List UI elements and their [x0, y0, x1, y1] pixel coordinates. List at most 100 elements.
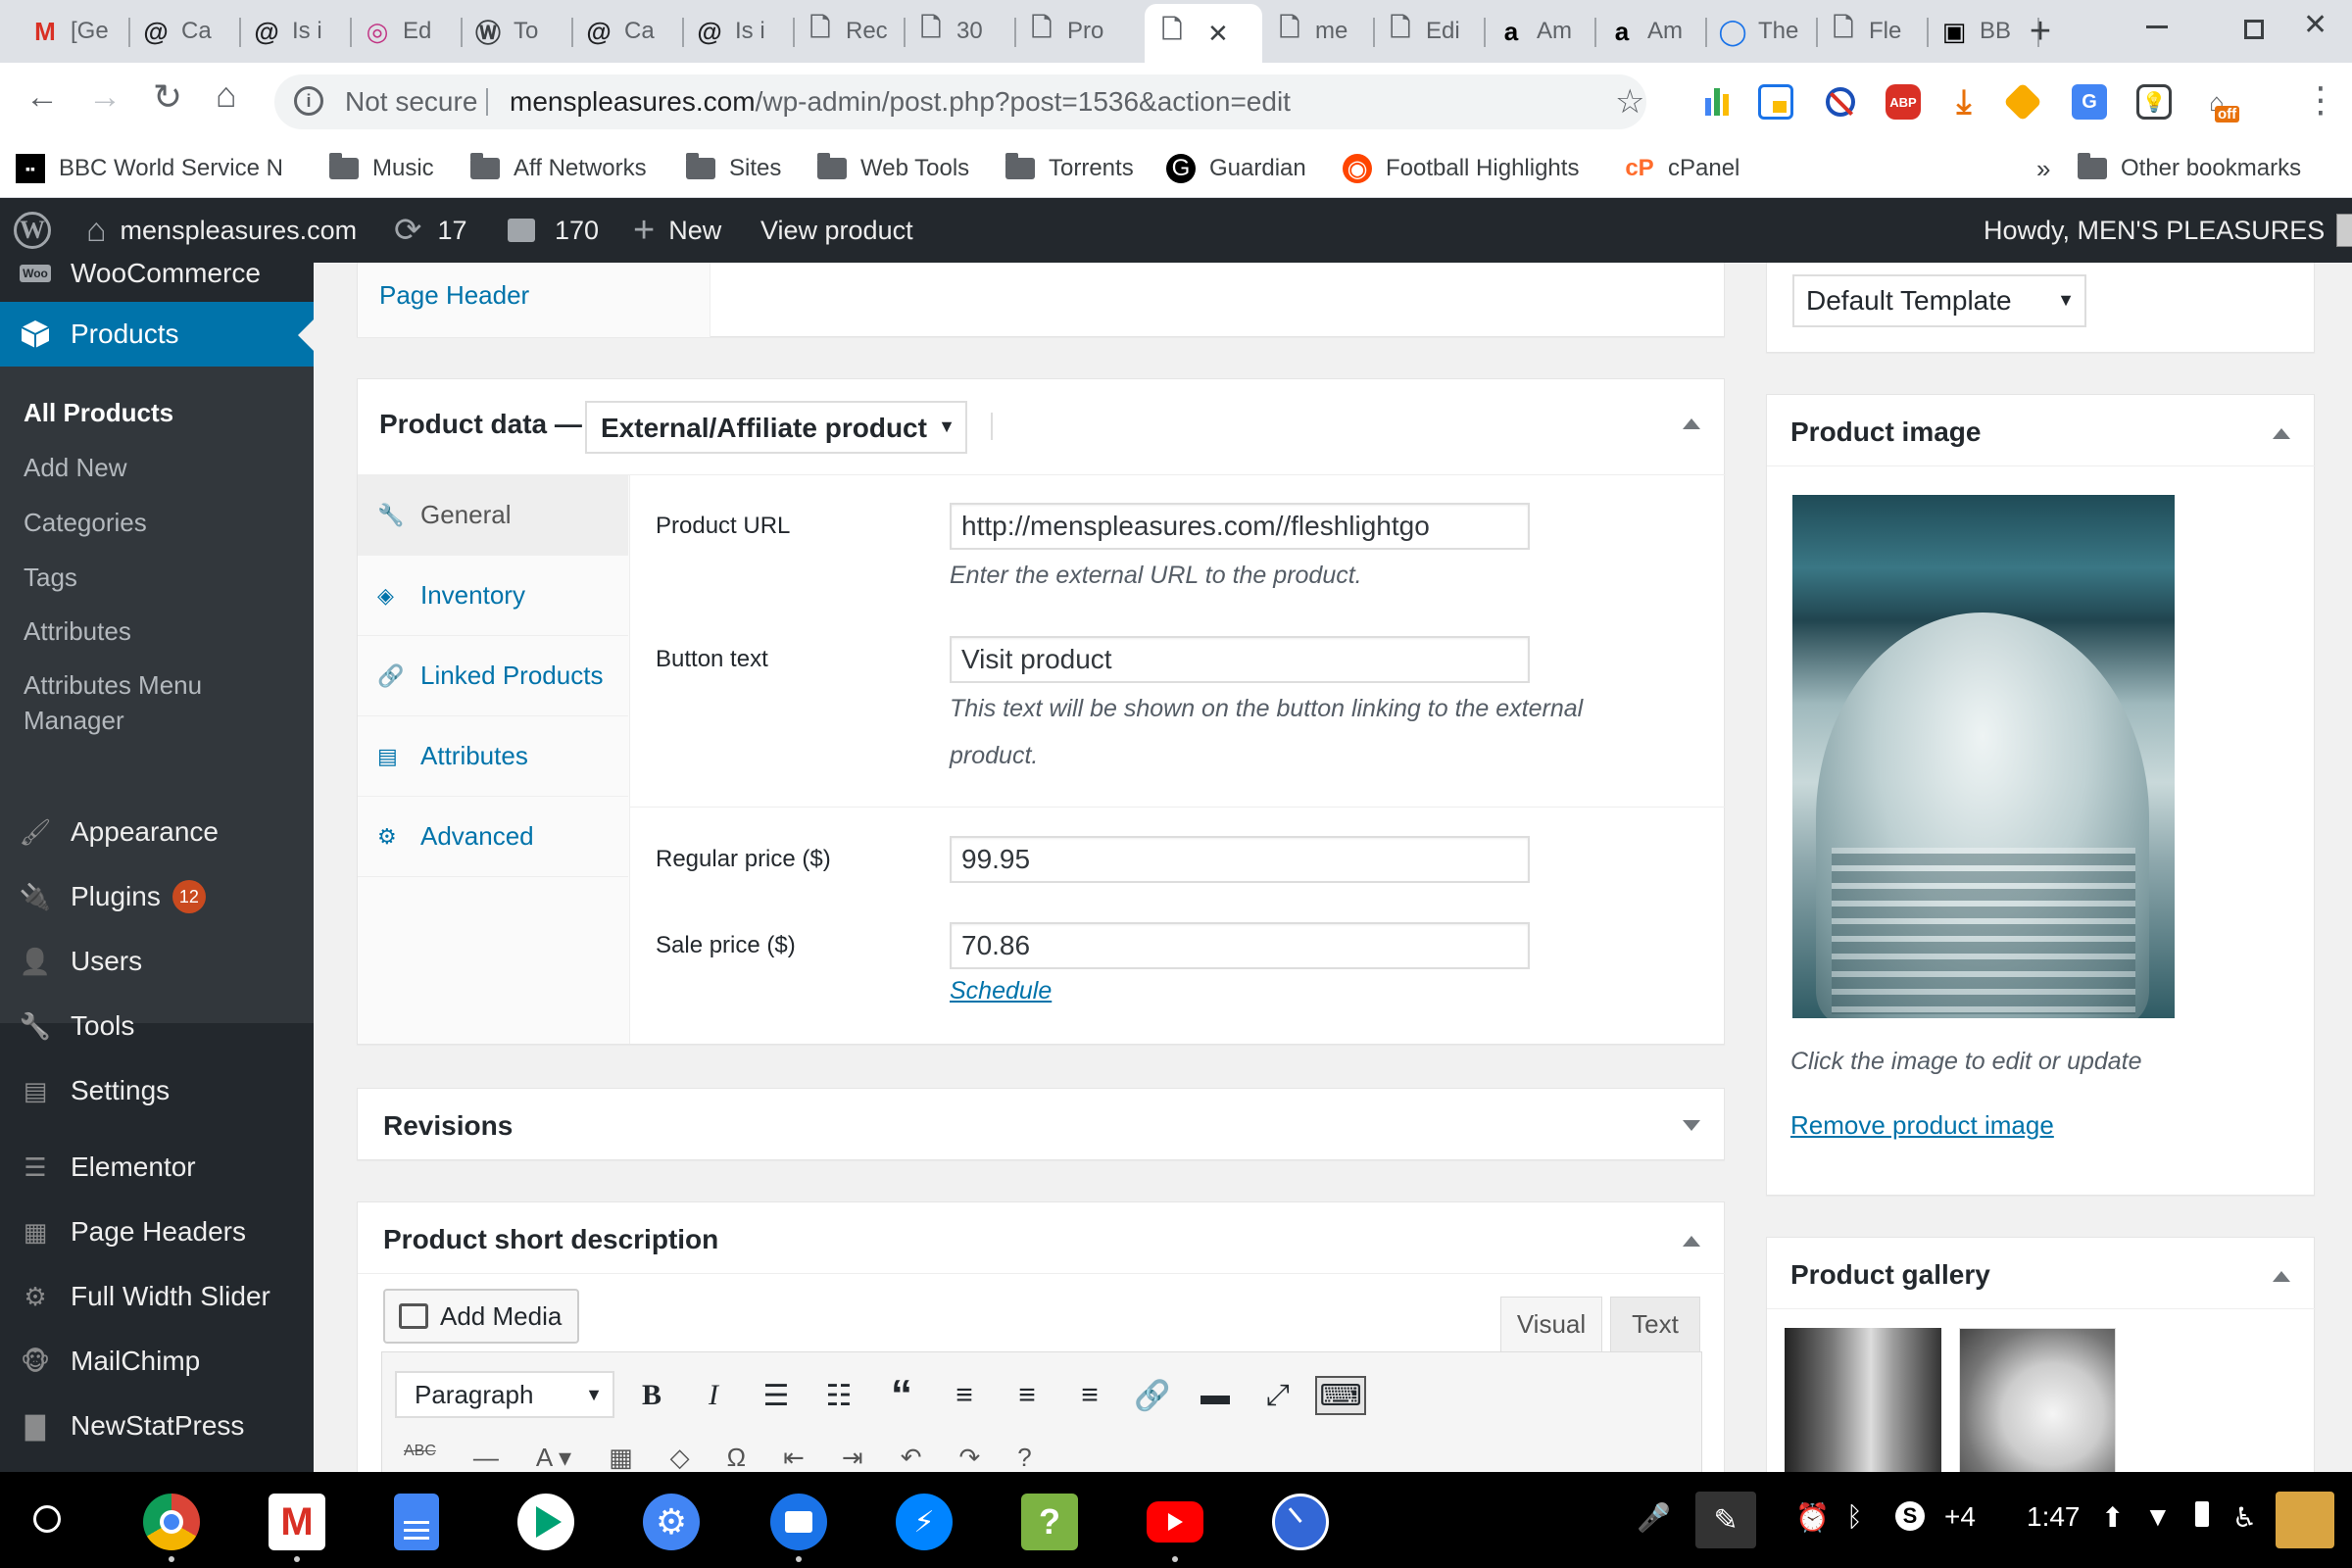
submenu-manager[interactable]: Manager — [24, 706, 124, 736]
sale-price-input[interactable]: 70.86 — [950, 922, 1530, 969]
align-right-icon[interactable]: ≡ — [1070, 1376, 1109, 1415]
product-image[interactable] — [1792, 495, 2175, 1018]
browser-tab[interactable]: ◎ Ed — [350, 6, 461, 57]
back-icon[interactable]: ← — [25, 78, 59, 117]
new-content-link[interactable]: + New — [633, 198, 721, 263]
browser-tab[interactable]: 🗋 me — [1262, 6, 1373, 57]
product-type-select[interactable]: External/Affiliate product ▼ — [585, 401, 967, 454]
download-extension-icon[interactable]: ⤓ — [1946, 83, 1982, 121]
close-window-icon[interactable]: ✕ — [2303, 8, 2328, 42]
regular-price-input[interactable]: 99.95 — [950, 836, 1530, 883]
browser-tab[interactable]: 🗋 ✕ — [1145, 4, 1262, 63]
add-media-button[interactable]: Add Media — [383, 1289, 579, 1344]
launcher-icon[interactable] — [33, 1505, 61, 1533]
menu-appearance[interactable]: 🖌 Appearance — [0, 800, 314, 864]
remove-image-link[interactable]: Remove product image — [1790, 1110, 2054, 1141]
collapse-icon[interactable] — [1683, 418, 1700, 429]
tab-linked-products[interactable]: 🔗 Linked Products — [358, 636, 628, 716]
help-app-icon[interactable]: ? — [1021, 1494, 1078, 1550]
strikethrough-icon[interactable]: ABC — [404, 1443, 436, 1472]
expand-icon[interactable] — [1683, 1120, 1700, 1131]
translate-extension-icon[interactable]: G — [2072, 84, 2107, 120]
bulb-extension-icon[interactable]: 💡 — [2136, 84, 2172, 120]
outdent-icon[interactable]: ⇤ — [783, 1443, 805, 1472]
submenu-attributes-menu[interactable]: Attributes Menu — [24, 670, 202, 701]
youtube-icon[interactable] — [1147, 1501, 1203, 1543]
tab-general[interactable]: 🔧 General — [358, 475, 628, 556]
browser-tab[interactable]: M [Ge — [18, 6, 128, 57]
menu-plugins[interactable]: 🔌 Plugins 12 — [0, 864, 314, 929]
browser-tab[interactable]: 🗋 Rec — [793, 6, 904, 57]
messenger-icon[interactable]: ⚡ — [896, 1494, 953, 1550]
browser-tab[interactable]: 🗋 Fle — [1816, 6, 1927, 57]
menu-users[interactable]: 👤 Users — [0, 929, 314, 994]
star-icon[interactable]: ☆ — [1615, 82, 1644, 122]
howdy-account[interactable]: Howdy, MEN'S PLEASURES — [1984, 198, 2352, 263]
italic-icon[interactable]: I — [694, 1376, 733, 1415]
menu-kebab-icon[interactable]: ⋮ — [2303, 82, 2338, 118]
numbered-list-icon[interactable]: ☷ — [819, 1376, 858, 1415]
page-header-link[interactable]: Page Header — [379, 280, 529, 311]
off-extension-icon[interactable]: ⌂ off — [2199, 84, 2240, 122]
minimize-icon[interactable] — [2146, 25, 2168, 28]
tab-visual[interactable]: Visual — [1500, 1297, 1602, 1351]
adblock-plus-icon[interactable]: ABP — [1886, 84, 1921, 120]
submenu-add-new[interactable]: Add New — [24, 453, 127, 483]
calendar-extension-icon[interactable] — [1758, 84, 1793, 120]
fullscreen-icon[interactable]: ⤢ — [1258, 1376, 1298, 1415]
browser-tab[interactable]: ◯ The — [1705, 6, 1816, 57]
new-tab-button[interactable]: + — [2019, 10, 2062, 53]
browser-tab[interactable]: 🗋 Pro — [1014, 6, 1125, 57]
menu-tools[interactable]: 🔧 Tools — [0, 994, 314, 1058]
reload-icon[interactable]: ↻ — [153, 76, 182, 118]
chart-extension-icon[interactable] — [1699, 84, 1735, 120]
view-product-link[interactable]: View product — [760, 198, 913, 263]
submenu-attributes[interactable]: Attributes — [24, 616, 131, 647]
indent-icon[interactable]: ⇥ — [842, 1443, 863, 1472]
home-icon[interactable]: ⌂ — [216, 74, 237, 116]
menu-mailchimp[interactable]: 🐵 MailChimp — [0, 1329, 314, 1394]
bookmark-item[interactable]: ▪▪ BBC World Service N — [16, 139, 283, 198]
help-icon[interactable]: ? — [1017, 1443, 1031, 1472]
menu-newstatpress[interactable]: ▇ NewStatPress — [0, 1394, 314, 1458]
collapse-icon[interactable] — [2273, 1271, 2290, 1282]
submenu-all-products[interactable]: All Products — [24, 398, 173, 428]
tab-attributes[interactable]: ▤ Attributes — [358, 716, 628, 797]
google-docs-icon[interactable] — [394, 1494, 439, 1550]
bookmark-item[interactable]: Sites — [686, 139, 781, 198]
paste-text-icon[interactable]: ▦ — [609, 1443, 633, 1472]
close-tab-icon[interactable]: ✕ — [1207, 19, 1229, 49]
redo-icon[interactable]: ↷ — [959, 1443, 981, 1472]
tab-advanced[interactable]: ⚙ Advanced — [358, 797, 628, 877]
toolbar-toggle-icon[interactable]: ⌨ — [1315, 1376, 1366, 1415]
browser-tab[interactable]: a Am — [1484, 6, 1594, 57]
stylus-button[interactable]: ✎ — [1695, 1492, 1756, 1548]
gallery-thumbnail-2[interactable] — [1959, 1328, 2116, 1485]
restore-icon[interactable] — [2244, 20, 2264, 39]
bookmark-item[interactable]: Music — [329, 139, 434, 198]
undo-icon[interactable]: ↶ — [901, 1443, 922, 1472]
read-more-icon[interactable]: ▬ — [1196, 1376, 1235, 1415]
browser-tab[interactable]: 🗋 Edi — [1373, 6, 1484, 57]
align-center-icon[interactable]: ≡ — [1007, 1376, 1047, 1415]
bullet-list-icon[interactable]: ☰ — [757, 1376, 796, 1415]
other-bookmarks[interactable]: Other bookmarks — [2078, 139, 2301, 198]
bookmark-item[interactable]: Web Tools — [817, 139, 969, 198]
template-select[interactable]: Default Template ▼ — [1792, 274, 2086, 327]
files-icon[interactable] — [770, 1494, 827, 1550]
forward-icon[interactable]: → — [88, 78, 122, 117]
gallery-thumbnail-1[interactable] — [1785, 1328, 1941, 1485]
browser-tab[interactable]: @ Is i — [239, 6, 350, 57]
bookmark-item[interactable]: ◉ Football Highlights — [1343, 139, 1579, 198]
comments-link[interactable]: 170 — [508, 198, 599, 263]
omega-icon[interactable]: Ω — [727, 1443, 746, 1472]
submenu-tags[interactable]: Tags — [24, 563, 77, 593]
tab-inventory[interactable]: ◈ Inventory — [358, 556, 628, 636]
browser-tab[interactable]: @ Ca — [128, 6, 239, 57]
menu-full-width-slider[interactable]: ⚙ Full Width Slider — [0, 1264, 314, 1329]
gmail-icon[interactable]: M — [269, 1494, 325, 1550]
schedule-link[interactable]: Schedule — [950, 977, 1052, 1005]
menu-elementor[interactable]: ☰ Elementor — [0, 1135, 314, 1200]
bookmark-item[interactable]: Torrents — [1005, 139, 1134, 198]
updates-link[interactable]: ⟳ 17 — [394, 198, 467, 263]
